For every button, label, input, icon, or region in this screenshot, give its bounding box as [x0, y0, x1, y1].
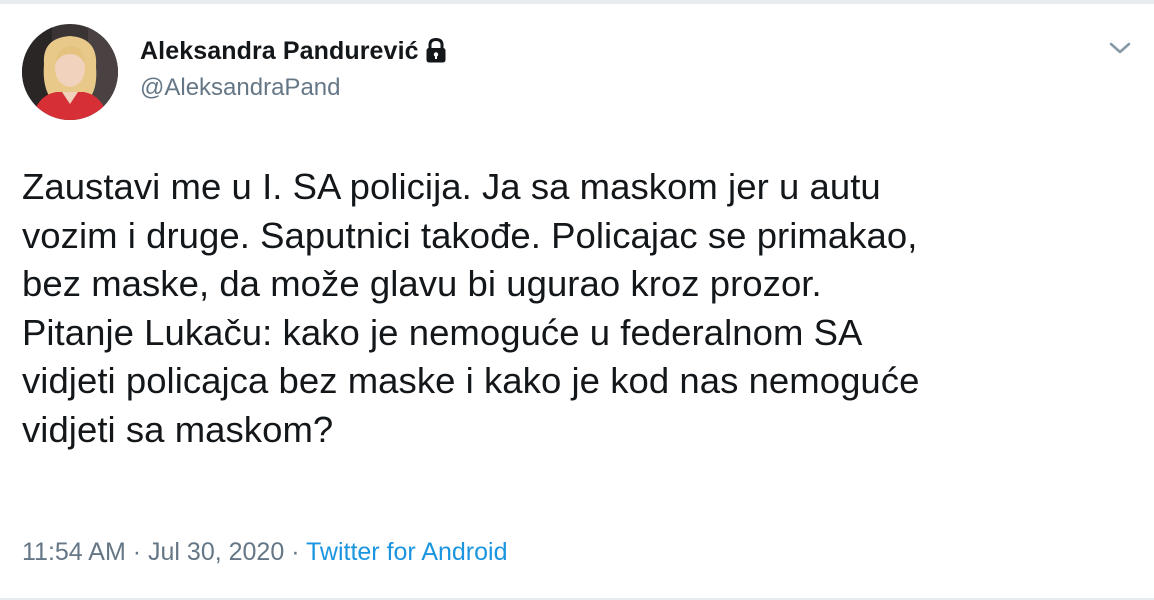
avatar-image — [22, 24, 118, 120]
tweet-source-link[interactable]: Twitter for Android — [306, 538, 507, 566]
meta-separator: · — [291, 538, 300, 566]
avatar[interactable] — [22, 24, 118, 120]
chevron-down-icon[interactable] — [1108, 38, 1132, 58]
user-handle[interactable]: @AleksandraPand — [140, 74, 447, 102]
meta-separator: · — [132, 538, 142, 566]
display-name[interactable]: Aleksandra Pandurević — [140, 37, 419, 66]
lock-icon — [425, 37, 447, 64]
tweet-meta: 11:54 AM · Jul 30, 2020 · Twitter for An… — [22, 538, 508, 567]
tweet-date[interactable]: Jul 30, 2020 — [148, 538, 284, 566]
tweet-card: Aleksandra Pandurević @AleksandraPand Za… — [0, 0, 1154, 600]
tweet-header: Aleksandra Pandurević @AleksandraPand — [140, 34, 447, 102]
tweet-time[interactable]: 11:54 AM — [22, 538, 126, 566]
name-row: Aleksandra Pandurević — [140, 34, 447, 68]
top-divider — [0, 0, 1154, 4]
tweet-text: Zaustavi me u I. SA policija. Ja sa mask… — [22, 166, 920, 450]
